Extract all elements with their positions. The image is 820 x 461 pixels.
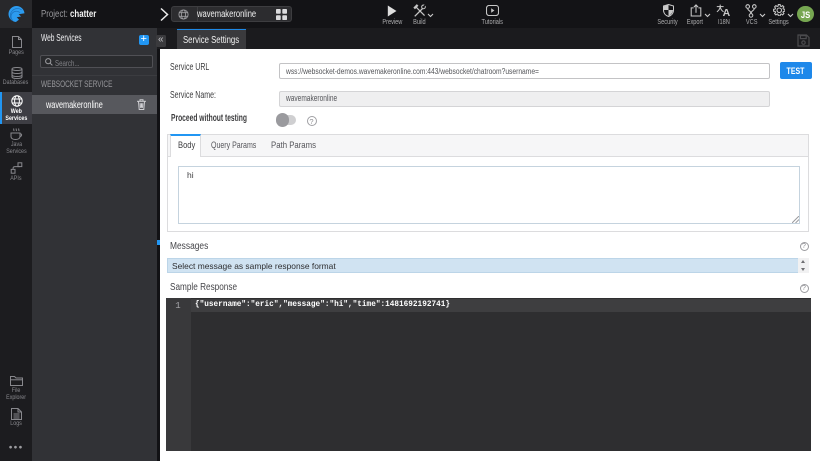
svg-text:A: A: [722, 7, 730, 17]
